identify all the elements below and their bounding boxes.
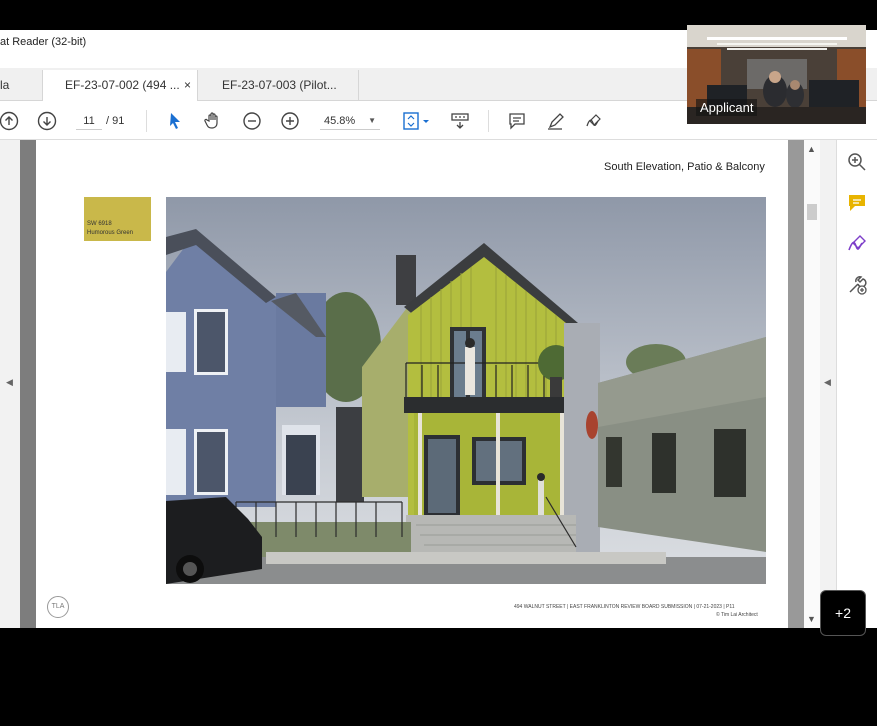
sheet-copyright: © Tim Lai Architect: [716, 612, 758, 618]
screen: at Reader (32-bit) la EF-23-07-002 (494 …: [0, 0, 877, 726]
zoom-select[interactable]: 45.8% ▼: [320, 112, 380, 130]
building-rendering-image: [166, 197, 766, 584]
arrow-down-icon[interactable]: [36, 110, 58, 132]
page-total: / 91: [106, 115, 125, 127]
swatch-name: Humorous Green: [87, 230, 134, 236]
more-participants-button[interactable]: +2: [820, 590, 866, 636]
sheet-footer: 494 WALNUT STREET | EAST FRANKLINTON REV…: [514, 604, 735, 610]
tools-icon[interactable]: [846, 274, 868, 296]
tab-first-label: la: [0, 78, 10, 92]
video-participant-label: Applicant: [696, 99, 758, 116]
toolbar-divider: [146, 110, 147, 132]
right-gutter: ◀: [820, 140, 836, 628]
highlight-pen-icon[interactable]: [545, 110, 567, 132]
tab-first[interactable]: la: [0, 70, 42, 101]
swatch-code: SW 6918: [87, 221, 112, 227]
vertical-scrollbar[interactable]: ▲ ▼: [804, 140, 820, 628]
scroll-mode-icon[interactable]: [449, 110, 471, 132]
fit-page-icon[interactable]: [400, 110, 432, 132]
page-shadow: [788, 140, 804, 628]
architect-logo: TLA: [47, 596, 69, 618]
sign-icon[interactable]: [583, 110, 605, 132]
close-tab-icon[interactable]: ×: [184, 70, 191, 101]
window-title: at Reader (32-bit): [0, 36, 87, 48]
hand-icon[interactable]: [202, 110, 224, 132]
zoom-in-icon[interactable]: [279, 110, 301, 132]
scroll-down-icon[interactable]: ▼: [807, 614, 816, 624]
sheet-title: South Elevation, Patio & Balcony: [604, 161, 765, 173]
fill-sign-icon[interactable]: [846, 233, 868, 255]
zoom-out-icon[interactable]: [241, 110, 263, 132]
select-pointer-icon[interactable]: [164, 110, 186, 132]
tab-ef-23-07-003[interactable]: EF-23-07-003 (Pilot...: [199, 70, 359, 101]
comment-icon[interactable]: [506, 110, 528, 132]
tab-ef-23-07-002[interactable]: EF-23-07-002 (494 ... ×: [42, 70, 198, 101]
scrollbar-thumb[interactable]: [807, 204, 817, 220]
tab-label: EF-23-07-003 (Pilot...: [222, 78, 337, 92]
comment-icon[interactable]: [846, 192, 868, 214]
paint-swatch: SW 6918 Humorous Green: [84, 197, 151, 241]
arrow-up-icon[interactable]: [0, 110, 20, 132]
chevron-left-icon[interactable]: ◀: [824, 377, 831, 388]
scroll-up-icon[interactable]: ▲: [807, 144, 816, 154]
left-gutter: ◀: [0, 140, 20, 628]
zoom-value: 45.8%: [324, 115, 356, 127]
tab-label: EF-23-07-002 (494 ...: [65, 78, 180, 92]
chevron-down-icon: ▼: [368, 116, 376, 125]
zoom-search-icon[interactable]: [846, 151, 868, 173]
right-tools-pane: [836, 140, 877, 628]
chevron-left-icon[interactable]: ◀: [6, 377, 13, 388]
toolbar-divider: [488, 110, 489, 132]
page-number-input[interactable]: 11: [76, 112, 102, 130]
